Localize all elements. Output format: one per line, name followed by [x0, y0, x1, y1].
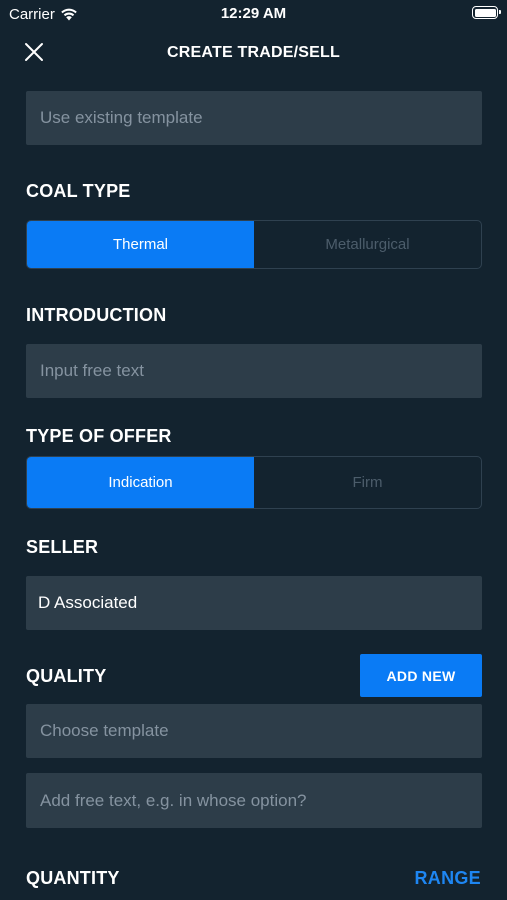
introduction-input[interactable]: Input free text: [26, 344, 482, 398]
seller-label: SELLER: [26, 537, 99, 557]
offer-option-firm[interactable]: Firm: [254, 457, 481, 508]
quality-label: QUALITY: [26, 666, 107, 686]
coal-type-option-metallurgical[interactable]: Metallurgical: [254, 221, 481, 268]
seller-value: D Associated: [38, 593, 138, 612]
type-of-offer-label: TYPE OF OFFER: [26, 426, 172, 446]
quantity-label: QUANTITY: [26, 868, 120, 888]
quality-template-placeholder: Choose template: [40, 721, 169, 740]
type-of-offer-segmented-control: Indication Firm: [26, 456, 482, 509]
coal-type-label: COAL TYPE: [26, 181, 131, 201]
offer-option-indication[interactable]: Indication: [27, 457, 254, 508]
range-toggle[interactable]: RANGE: [414, 866, 481, 890]
battery-icon: [472, 6, 501, 19]
seller-field[interactable]: D Associated: [26, 576, 482, 630]
introduction-label: INTRODUCTION: [26, 305, 167, 325]
quality-template-select[interactable]: Choose template: [26, 704, 482, 758]
introduction-placeholder: Input free text: [40, 361, 144, 380]
coal-type-segmented-control: Thermal Metallurgical: [26, 220, 482, 269]
page-title: CREATE TRADE/SELL: [167, 44, 340, 61]
status-time: 12:29 AM: [220, 5, 287, 22]
template-select[interactable]: Use existing template: [26, 91, 482, 145]
add-new-button[interactable]: ADD NEW: [360, 654, 482, 697]
coal-type-option-thermal[interactable]: Thermal: [27, 221, 254, 268]
template-placeholder: Use existing template: [40, 108, 203, 127]
quality-free-text-placeholder: Add free text, e.g. in whose option?: [40, 790, 307, 810]
quality-free-text-input[interactable]: Add free text, e.g. in whose option?: [26, 773, 482, 828]
